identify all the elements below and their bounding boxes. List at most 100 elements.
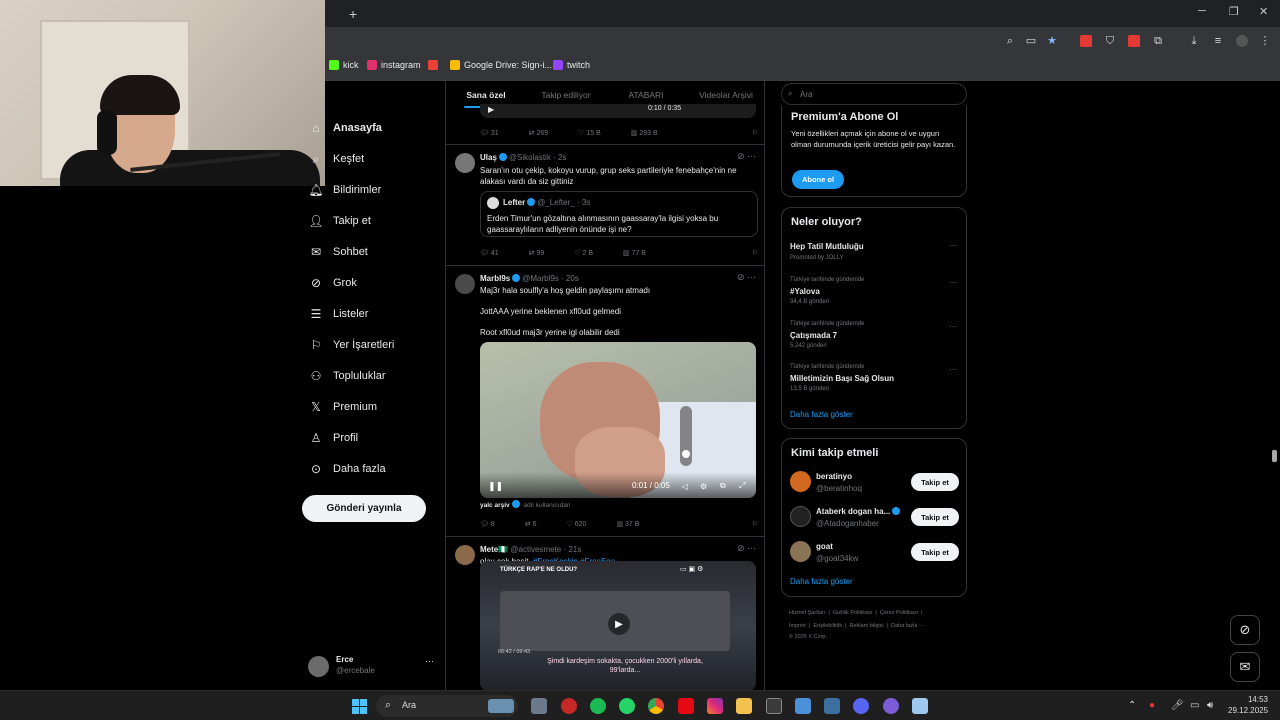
follow-button[interactable]: Takip et <box>911 508 959 526</box>
like-button[interactable]: ♡ 15 B <box>578 129 601 137</box>
nav-notifications[interactable]: 🔔︎ Bildirimler <box>308 183 381 197</box>
volume-slider[interactable] <box>680 406 692 466</box>
video-source-name[interactable]: yalc arşiv <box>480 502 510 509</box>
video-player[interactable]: ▶ 0:10 / 0:35 <box>480 104 756 118</box>
network-icon[interactable]: ▭ <box>1190 700 1199 711</box>
reply-button[interactable]: 💬︎ 31 <box>480 129 499 137</box>
bookmark-icon[interactable]: ⚐ <box>752 249 758 257</box>
repost-button[interactable]: ⇄ 6 <box>525 520 537 528</box>
show-more-link[interactable]: Daha fazla göster <box>790 410 853 419</box>
nav-profile[interactable]: ♙ Profil <box>309 431 358 445</box>
author-name[interactable]: Ulaş <box>480 153 497 162</box>
download-icon[interactable]: ⤓ <box>1188 35 1200 47</box>
bookmark-gmail[interactable] <box>428 60 438 70</box>
views-button[interactable]: ▥ 293 B <box>631 129 658 137</box>
reply-button[interactable]: 💬︎ 8 <box>480 520 495 528</box>
bookmark-google-drive[interactable]: Google Drive: Sign-i... <box>450 60 552 70</box>
bookmark-instagram[interactable]: instagram <box>367 60 421 70</box>
nav-more[interactable]: ⊙ Daha fazla <box>309 462 386 476</box>
grok-button[interactable]: ⊘ <box>1230 615 1260 645</box>
discord-icon[interactable] <box>853 698 869 714</box>
microphone-icon[interactable]: 🎤︎ <box>1171 700 1184 711</box>
taskbar-search[interactable]: ⌕ Ara <box>376 695 518 717</box>
bookmark-icon[interactable]: ⚐ <box>752 129 758 137</box>
search-input[interactable]: Ara <box>781 83 967 105</box>
video-toolbar-icon[interactable]: ▭ ▣ ⚙ <box>680 565 703 573</box>
nav-premium[interactable]: 𝕏 Premium <box>309 400 377 414</box>
settings-icon[interactable]: ⚙ <box>700 482 707 491</box>
extension-icon[interactable] <box>1080 35 1092 47</box>
tweet[interactable]: Ulaş @Sikolastik · 2s ⊘ ··· Saran'ın otu … <box>446 145 764 266</box>
minimize-button[interactable]: ─ <box>1198 5 1206 17</box>
quote-tweet[interactable]: Lefter @_Lefter_ · 3s Erden Timur'un göza… <box>480 191 758 237</box>
bookmark-kick[interactable]: kick <box>329 60 359 70</box>
nav-home[interactable]: ⌂ Anasayfa <box>309 121 382 135</box>
tweet-partial[interactable]: ▶ 0:10 / 0:35 💬︎ 31 ⇄ 269 ♡ 15 B ▥ 293 B… <box>446 104 764 145</box>
tweet-time[interactable]: · 20s <box>561 274 579 283</box>
follow-button[interactable]: Takip et <box>911 473 959 491</box>
tweet[interactable]: Mete🇳🇬 @activesmete · 21s ⊘ ··· olay çok… <box>446 537 764 690</box>
footer-link[interactable]: Erişilebilirlik <box>813 623 842 629</box>
zoom-icon[interactable]: ⌕ <box>1004 35 1016 47</box>
tweet-time[interactable]: · 2s <box>553 153 566 162</box>
follow-suggestion[interactable]: Ataberk dogan ha... @Atadoganhaber Takip… <box>782 504 966 534</box>
author-name[interactable]: Marbl9s <box>480 274 510 283</box>
app-icon[interactable] <box>561 698 577 714</box>
nav-communities[interactable]: ⚇ Topluluklar <box>309 369 386 383</box>
author-handle[interactable]: @Marbl9s <box>522 274 559 283</box>
clock[interactable]: 14:53 29.12.2025 <box>1228 694 1268 716</box>
more-icon[interactable]: ··· <box>949 322 957 331</box>
volume-icon[interactable]: ◁ <box>682 482 688 491</box>
app-icon[interactable] <box>883 698 899 714</box>
chevron-up-icon[interactable]: ⌃ <box>1128 700 1136 711</box>
extension-icon[interactable] <box>1128 35 1140 47</box>
more-icon[interactable]: ⊘ ··· <box>737 151 756 162</box>
nav-explore[interactable]: ⌕ Keşfet <box>309 152 365 166</box>
video-player[interactable]: TÜRKÇE RAP'E NE OLDU? ▶ 06:42 / 09:43 Şi… <box>480 561 756 690</box>
follow-suggestion[interactable]: beratinyo @beratinhoq Takip et <box>782 469 966 499</box>
avatar[interactable] <box>455 274 475 294</box>
trend-item[interactable]: Türkiye tarihinde gündemde Milletimizin … <box>782 362 966 398</box>
nav-lists[interactable]: ☰ Listeler <box>309 307 369 321</box>
like-button[interactable]: ♡ 620 <box>566 520 586 528</box>
nav-follow[interactable]: 👤︎ Takip et <box>308 214 371 228</box>
messages-button[interactable]: ✉ <box>1230 652 1260 682</box>
scrollbar-thumb[interactable] <box>1272 450 1277 462</box>
app-icon[interactable] <box>912 698 928 714</box>
netflix-icon[interactable] <box>678 698 694 714</box>
play-icon[interactable]: ▶ <box>608 613 630 635</box>
footer-link[interactable]: Hizmet Şartları <box>789 610 825 616</box>
footer-link[interactable]: Imprint <box>789 623 806 629</box>
new-tab-button[interactable]: + <box>349 6 357 22</box>
volume-icon[interactable]: 🔊︎ <box>1207 700 1213 711</box>
views-button[interactable]: ▥ 37 B <box>616 520 639 528</box>
reply-button[interactable]: 💬︎ 41 <box>480 249 499 257</box>
post-button[interactable]: Gönderi yayınla <box>302 495 426 522</box>
menu-icon[interactable]: ⋮ <box>1259 35 1271 47</box>
more-icon[interactable]: ··· <box>949 278 957 287</box>
more-icon[interactable]: ⊘ ··· <box>737 272 756 283</box>
account-switcher[interactable]: Erce @ercebale ··· <box>308 654 442 680</box>
tweet-time[interactable]: · 21s <box>563 545 581 554</box>
spotify-icon[interactable] <box>590 698 606 714</box>
more-icon[interactable]: ⊘ ··· <box>737 543 756 554</box>
app-icon[interactable] <box>766 698 782 714</box>
avatar[interactable] <box>455 153 475 173</box>
author-name[interactable]: Mete🇳🇬 <box>480 545 508 554</box>
video-player[interactable]: ❚❚ 0:01 / 0:05 ◁ ⚙ ⧉ ⤢ <box>480 342 756 498</box>
footer-link[interactable]: Gizlilik Politikası <box>833 610 872 616</box>
cast-icon[interactable]: ▭ <box>1025 35 1037 47</box>
notepad-icon[interactable] <box>795 698 811 714</box>
footer-link[interactable]: Daha fazla ··· <box>891 623 924 629</box>
fullscreen-icon[interactable]: ⤢ <box>739 481 745 491</box>
chrome-icon[interactable] <box>648 698 664 714</box>
tray-icon[interactable]: ● <box>1149 700 1155 711</box>
more-icon[interactable]: ··· <box>949 241 957 250</box>
bookmark-twitch[interactable]: twitch <box>553 60 590 70</box>
nav-chat[interactable]: ✉ Sohbet <box>309 245 368 259</box>
repost-button[interactable]: ⇄ 269 <box>529 129 549 137</box>
pause-icon[interactable]: ❚❚ <box>488 481 503 492</box>
profile-icon[interactable] <box>1236 35 1248 47</box>
show-more-link[interactable]: Daha fazla göster <box>790 577 853 586</box>
trend-item[interactable]: Türkiye tarihinde gündemde Çatışmada 7 5… <box>782 319 966 355</box>
